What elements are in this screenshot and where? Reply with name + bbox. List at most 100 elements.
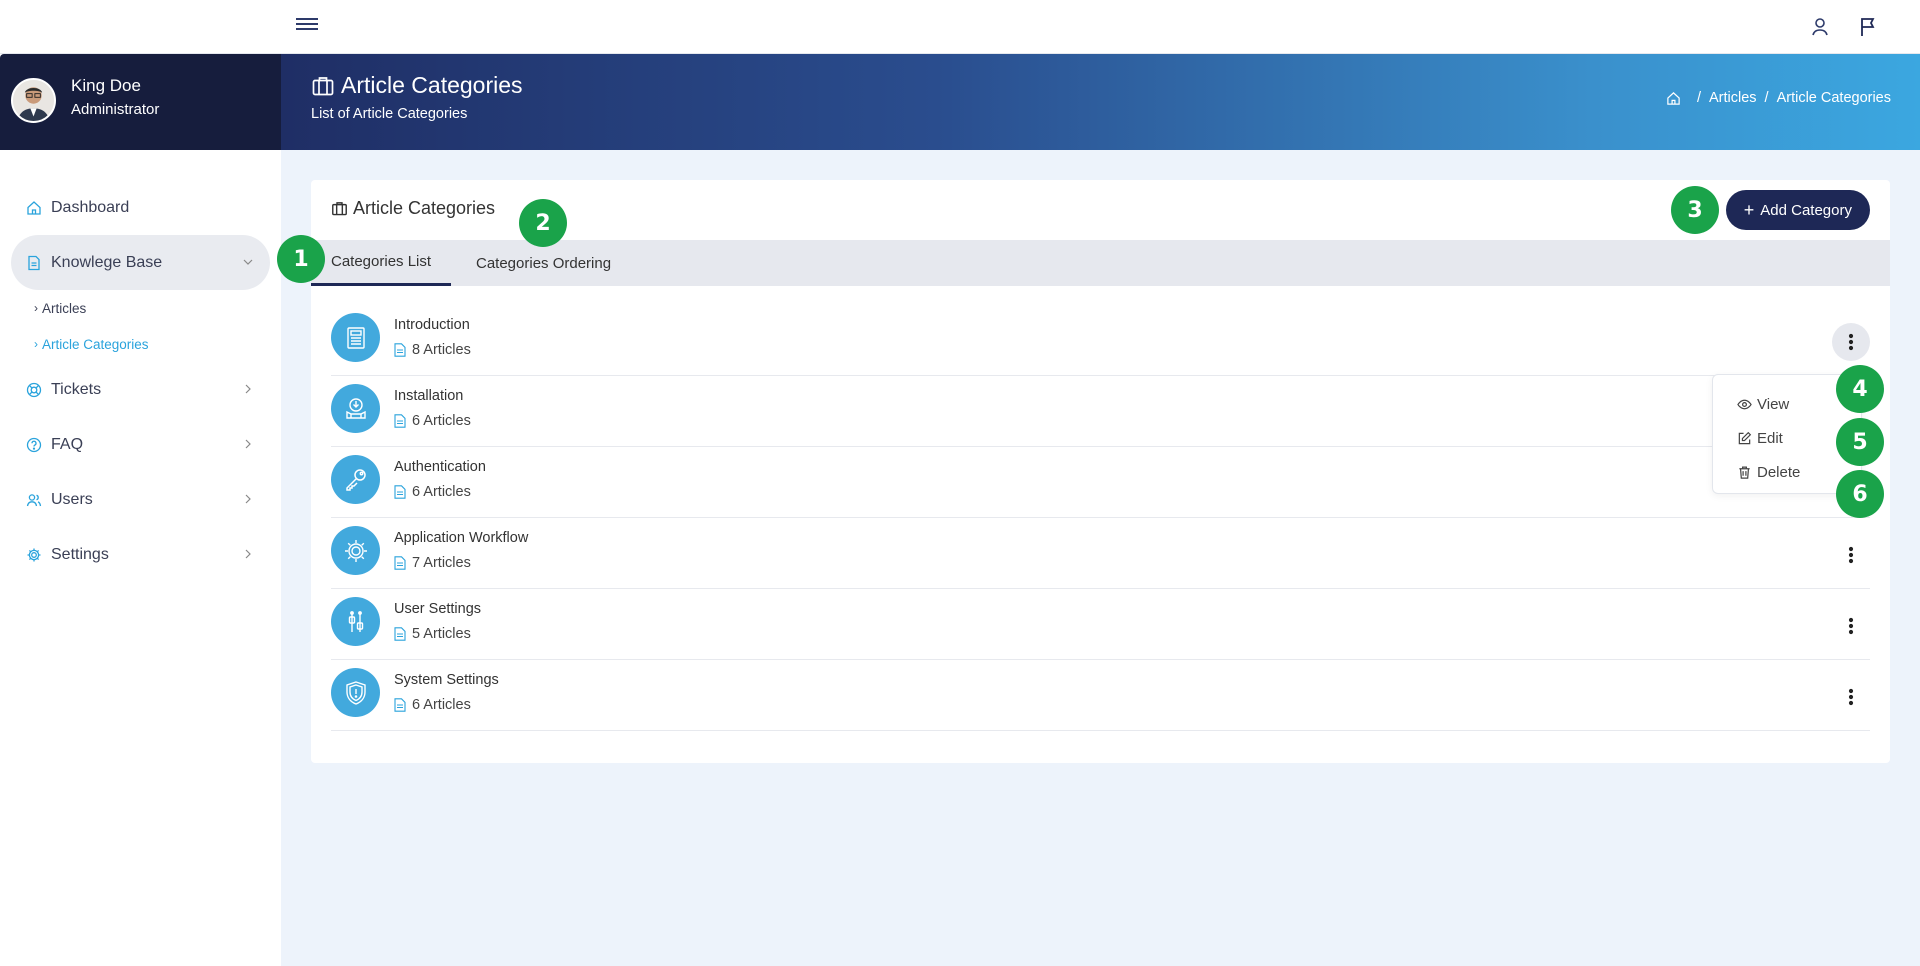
sidebar-item-knowledge-base[interactable]: Knowlege Base xyxy=(11,235,270,290)
eye-icon xyxy=(1737,399,1752,409)
home-icon xyxy=(27,200,41,215)
breadcrumb-articles[interactable]: Articles xyxy=(1709,90,1757,106)
sidebar-subitem-article-categories[interactable]: › Article Categories xyxy=(34,326,281,362)
install-icon xyxy=(331,384,380,433)
home-icon[interactable] xyxy=(1666,91,1681,106)
file-icon xyxy=(394,343,406,357)
plus-icon: + xyxy=(1743,199,1755,220)
row-actions-button[interactable] xyxy=(1832,678,1870,716)
kebab-menu-icon xyxy=(1848,688,1854,706)
key-icon xyxy=(331,455,380,504)
annotation-marker-5: 5 xyxy=(1836,418,1884,466)
chevron-down-icon xyxy=(243,259,253,265)
sidebar-item-label: Tickets xyxy=(51,380,102,398)
gear-icon xyxy=(27,548,41,561)
article-count-text: 6 Articles xyxy=(412,484,471,500)
sidebar-subitem-label: Articles xyxy=(42,300,87,316)
article-count-text: 5 Articles xyxy=(412,626,471,642)
article-count: 5 Articles xyxy=(394,626,471,642)
category-name[interactable]: Application Workflow xyxy=(394,530,528,546)
article-count: 7 Articles xyxy=(394,555,471,571)
breadcrumb-current: Article Categories xyxy=(1776,90,1891,106)
file-icon xyxy=(394,485,406,499)
add-category-label: Add Category xyxy=(1760,201,1852,219)
category-list: Introduction 8 Articles Installation 6 A… xyxy=(331,305,1870,731)
page-title: Article Categories xyxy=(311,72,523,99)
card-title-text: Article Categories xyxy=(353,198,496,218)
sidebar-item-label: FAQ xyxy=(51,435,84,453)
breadcrumb-separator: / xyxy=(1696,90,1701,106)
users-icon xyxy=(26,493,42,506)
annotation-marker-2: 2 xyxy=(519,199,567,247)
briefcase-icon xyxy=(332,202,347,216)
article-count: 6 Articles xyxy=(394,413,471,429)
sidebar-item-faq[interactable]: FAQ xyxy=(11,417,270,472)
sidebar-menu: Dashboard Knowlege Base › Articles › Artic… xyxy=(0,180,281,582)
sidebar-subitem-label: Article Categories xyxy=(42,336,149,352)
top-bar xyxy=(0,0,1920,54)
sidebar-item-label: Dashboard xyxy=(51,198,130,216)
kebab-menu-icon xyxy=(1848,546,1854,564)
row-actions-button[interactable] xyxy=(1832,536,1870,574)
article-count: 8 Articles xyxy=(394,342,471,358)
newspaper-icon xyxy=(331,313,380,362)
kebab-menu-icon xyxy=(1848,333,1854,351)
tab-bar: Categories List Categories Ordering xyxy=(311,240,1890,286)
avatar[interactable] xyxy=(11,78,56,123)
list-item: Authentication 6 Articles xyxy=(331,447,1870,518)
sidebar-item-label: Settings xyxy=(51,545,109,563)
add-category-button[interactable]: + Add Category xyxy=(1725,190,1870,230)
edit-label: Edit xyxy=(1757,429,1783,447)
hamburger-menu-icon[interactable] xyxy=(296,18,318,34)
sidebar-item-users[interactable]: Users xyxy=(11,472,270,527)
annotation-marker-4: 4 xyxy=(1836,365,1884,413)
article-count: 6 Articles xyxy=(394,484,471,500)
sidebar-item-label: Knowlege Base xyxy=(51,253,163,271)
trash-icon xyxy=(1739,466,1750,479)
row-actions-button[interactable] xyxy=(1832,323,1870,361)
file-icon xyxy=(394,627,406,641)
shield-icon xyxy=(331,668,380,717)
flag-icon[interactable] xyxy=(1856,15,1880,39)
sidebar-item-settings[interactable]: Settings xyxy=(11,527,270,582)
page-title-text: Article Categories xyxy=(341,72,523,98)
category-name[interactable]: Introduction xyxy=(394,317,470,333)
sliders-icon xyxy=(331,597,380,646)
article-count-text: 6 Articles xyxy=(412,697,471,713)
kebab-menu-icon xyxy=(1848,617,1854,635)
sidebar-subitem-articles[interactable]: › Articles xyxy=(34,290,281,326)
profile-panel: King Doe Administrator xyxy=(0,54,281,150)
annotation-marker-3: 3 xyxy=(1671,186,1719,234)
category-name[interactable]: Installation xyxy=(394,388,463,404)
categories-card: Article Categories + Add Category Catego… xyxy=(311,180,1890,763)
page-header: Article Categories List of Article Categ… xyxy=(281,54,1920,150)
workflow-gear-icon xyxy=(331,526,380,575)
delete-label: Delete xyxy=(1757,463,1801,481)
profile-name: King Doe xyxy=(71,76,141,95)
sidebar-item-tickets[interactable]: Tickets xyxy=(11,362,270,417)
sidebar: King Doe Administrator Dashboard Knowleg… xyxy=(0,54,281,966)
user-icon[interactable] xyxy=(1808,15,1832,39)
tab-categories-list[interactable]: Categories List xyxy=(311,240,452,286)
file-icon xyxy=(394,698,406,712)
list-item: System Settings 6 Articles xyxy=(331,660,1870,731)
row-actions-button[interactable] xyxy=(1832,607,1870,645)
article-count-text: 8 Articles xyxy=(412,342,471,358)
annotation-marker-1: 1 xyxy=(277,235,325,283)
category-name[interactable]: Authentication xyxy=(394,459,486,475)
article-count: 6 Articles xyxy=(394,697,471,713)
category-name[interactable]: System Settings xyxy=(394,672,499,688)
category-name[interactable]: User Settings xyxy=(394,601,481,617)
chevron-right-icon xyxy=(245,439,251,449)
sidebar-item-dashboard[interactable]: Dashboard xyxy=(11,180,270,235)
document-icon xyxy=(28,255,40,270)
edit-icon xyxy=(1738,431,1752,444)
article-count-text: 7 Articles xyxy=(412,555,471,571)
list-item: Introduction 8 Articles xyxy=(331,305,1870,376)
file-icon xyxy=(394,414,406,428)
annotation-marker-6: 6 xyxy=(1836,470,1884,518)
sidebar-item-label: Users xyxy=(51,490,93,508)
list-item: Installation 6 Articles xyxy=(331,376,1870,447)
list-item: Application Workflow 7 Articles xyxy=(331,518,1870,589)
profile-role: Administrator xyxy=(71,101,160,118)
